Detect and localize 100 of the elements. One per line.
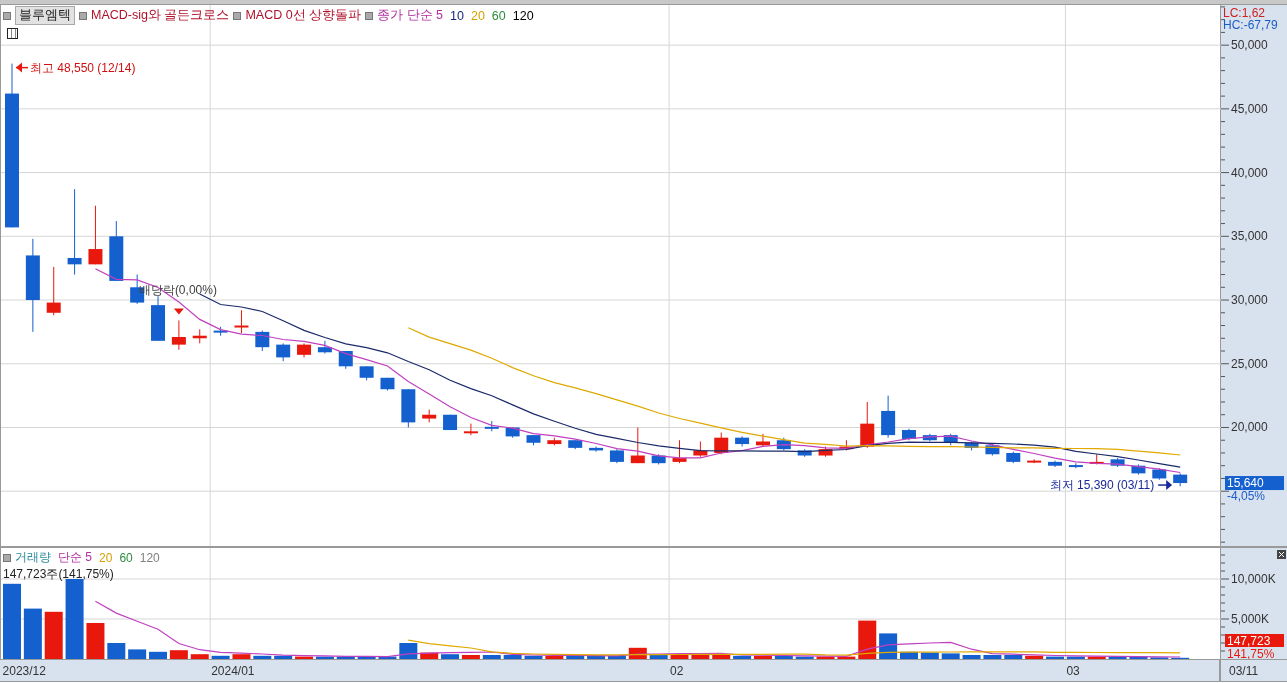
indicator-label[interactable]: 종가 단순 5 [377, 7, 444, 24]
indicator-value: LC:1,62 [1223, 6, 1266, 20]
volume-bar [628, 647, 647, 659]
volume-bar [420, 652, 439, 659]
volume-bar [1046, 656, 1064, 659]
signal-label[interactable]: MACD-sig와 골든크로스 [91, 7, 230, 24]
candle [735, 435, 750, 448]
square-icon[interactable] [3, 11, 11, 20]
candle [1048, 460, 1062, 468]
date-label: 03/11 [1229, 664, 1259, 678]
square-icon[interactable] [79, 11, 87, 20]
axis-label: 03 [1066, 664, 1080, 678]
volume-bar [816, 656, 835, 659]
volume-bar [44, 611, 63, 659]
axis-label: 2023/12 [2, 664, 46, 678]
axis-label: 5,000K [1231, 612, 1270, 626]
candle [568, 439, 583, 450]
volume-bar [920, 652, 939, 659]
volume-bar [399, 643, 418, 659]
candle [443, 414, 458, 431]
candle [1152, 467, 1167, 481]
volume-bar [232, 654, 251, 659]
candle [88, 205, 103, 265]
volume-bar [482, 655, 501, 659]
axis-label: 45,000 [1231, 101, 1268, 116]
arrow-icon [15, 62, 29, 73]
period-label[interactable]: 120 [512, 8, 534, 23]
volume-bar [1025, 655, 1044, 659]
candle [234, 309, 249, 334]
volume-bar [357, 656, 376, 659]
square-icon[interactable] [233, 11, 242, 20]
volume-bar [149, 651, 167, 659]
candle [359, 365, 374, 381]
candle [297, 342, 312, 358]
candle [276, 342, 291, 362]
volume-ratio: 141,75% [1227, 647, 1275, 659]
candle [1089, 453, 1104, 465]
candle [401, 388, 416, 428]
period-label[interactable]: 120 [139, 550, 160, 565]
stock-name-button[interactable]: 블루엠텍 [15, 6, 75, 25]
candle [46, 266, 61, 316]
candle [1110, 457, 1125, 468]
period-label[interactable]: 10 [450, 8, 464, 23]
volume-bar [503, 655, 522, 659]
volume-bar [1108, 656, 1127, 659]
candle [651, 453, 666, 465]
volume-bar [211, 655, 230, 659]
candle [1131, 463, 1146, 476]
candle [881, 395, 896, 439]
price-annotation: 최저 15,390 (03/11) [1049, 478, 1155, 493]
close-icon[interactable] [1277, 550, 1286, 559]
candle [338, 350, 353, 370]
candle [860, 401, 875, 449]
volume-reading: 147,723주(141,75%) [3, 566, 115, 583]
candle [985, 443, 1000, 456]
candle [672, 439, 687, 464]
candle [255, 330, 270, 352]
indicator-label[interactable]: 거래량 [15, 549, 51, 566]
volume-bar [941, 653, 960, 659]
candle [171, 319, 186, 351]
volume-bar [524, 655, 543, 659]
axis-label: 40,000 [1231, 165, 1268, 180]
volume-bar [774, 655, 793, 659]
candle [505, 427, 520, 439]
period-label[interactable]: 60 [119, 550, 133, 565]
candle [380, 377, 395, 391]
volume-bar [900, 651, 918, 659]
change-percent: -4,05% [1227, 489, 1266, 504]
volume-bar [169, 650, 188, 659]
period-label[interactable]: 단순 5 [58, 549, 92, 566]
volume-bar [23, 608, 42, 659]
table-icon[interactable] [7, 28, 18, 39]
axis-label: 30,000 [1231, 293, 1268, 308]
candle [192, 328, 207, 344]
axis-label: 25,000 [1231, 356, 1268, 371]
candle [463, 423, 478, 436]
candle [943, 433, 958, 446]
volume-bar [1004, 655, 1023, 659]
volume-bar [336, 656, 355, 659]
volume-bar [837, 656, 856, 659]
price-tag: 15,640 [1225, 476, 1284, 491]
indicator-value: HC:-67,79 [1223, 18, 1278, 32]
candle [589, 446, 604, 453]
axis-label: 35,000 [1231, 229, 1268, 244]
triangle-marker-icon [173, 308, 184, 315]
signal-label[interactable]: MACD 0선 상향돌파 [245, 7, 362, 24]
period-label[interactable]: 60 [491, 8, 506, 23]
candle [1173, 472, 1188, 487]
square-icon[interactable] [365, 11, 374, 20]
volume-bar [86, 623, 105, 659]
candle [526, 434, 541, 446]
candle [693, 441, 708, 458]
candle [1006, 451, 1021, 464]
volume-bar [691, 655, 710, 659]
candle [422, 409, 437, 423]
candle [776, 437, 791, 451]
candle [1027, 458, 1042, 464]
candle [213, 326, 228, 337]
volume-bar [190, 654, 209, 659]
square-icon[interactable] [3, 553, 11, 562]
